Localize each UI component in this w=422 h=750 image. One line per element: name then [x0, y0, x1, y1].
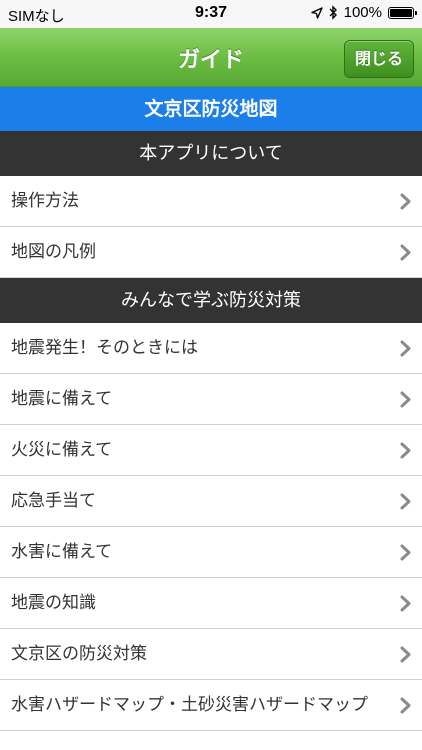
chevron-right-icon	[400, 442, 412, 459]
chevron-right-icon	[400, 391, 412, 408]
list-item[interactable]: 火災に備えて	[0, 425, 422, 476]
list-item[interactable]: 地震発生！そのときには	[0, 323, 422, 374]
battery-percent: 100%	[343, 4, 382, 21]
chevron-right-icon	[400, 544, 412, 561]
list-item[interactable]: 地図の凡例	[0, 227, 422, 278]
status-right: 100%	[310, 4, 417, 21]
location-arrow-icon	[310, 6, 323, 19]
list-item-label: 地震の知識	[11, 593, 96, 613]
chevron-right-icon	[400, 193, 412, 210]
list-item-label: 文京区の防災対策	[11, 644, 147, 664]
guide-list: 本アプリについて操作方法地図の凡例みんなで学ぶ防災対策地震発生！そのときには 地震…	[0, 131, 422, 731]
list-item[interactable]: 文京区の防災対策	[0, 629, 422, 680]
section-header: みんなで学ぶ防災対策	[0, 278, 422, 323]
battery-icon	[388, 6, 417, 19]
list-item-label: 応急手当て	[11, 491, 96, 511]
app-header: 文京区防災地図	[0, 87, 422, 131]
section-header: 本アプリについて	[0, 131, 422, 176]
list-item-label: 地図の凡例	[11, 242, 96, 262]
list-item[interactable]: 応急手当て	[0, 476, 422, 527]
chevron-right-icon	[400, 340, 412, 357]
list-item-label: 操作方法	[11, 191, 79, 211]
list-item[interactable]: 水害ハザードマップ・土砂災害ハザードマップ	[0, 680, 422, 731]
list-item[interactable]: 地震に備えて	[0, 374, 422, 425]
list-item-label: 水害に備えて	[11, 542, 113, 562]
list-item[interactable]: 水害に備えて	[0, 527, 422, 578]
bluetooth-icon	[329, 5, 337, 20]
chevron-right-icon	[400, 697, 412, 714]
navigation-bar: ガイド 閉じる	[0, 28, 422, 87]
status-bar: SIMなし 9:37 100%	[0, 0, 422, 28]
chevron-right-icon	[400, 646, 412, 663]
chevron-right-icon	[400, 244, 412, 261]
close-button[interactable]: 閉じる	[344, 40, 414, 78]
list-item-label: 水害ハザードマップ・土砂災害ハザードマップ	[11, 695, 368, 715]
chevron-right-icon	[400, 493, 412, 510]
list-item-label: 地震に備えて	[11, 389, 113, 409]
list-item-label: 地震発生！そのときには	[11, 338, 198, 358]
list-item[interactable]: 操作方法	[0, 176, 422, 227]
battery-fill	[390, 8, 412, 17]
chevron-right-icon	[400, 595, 412, 612]
list-item-label: 火災に備えて	[11, 440, 113, 460]
list-item[interactable]: 地震の知識	[0, 578, 422, 629]
